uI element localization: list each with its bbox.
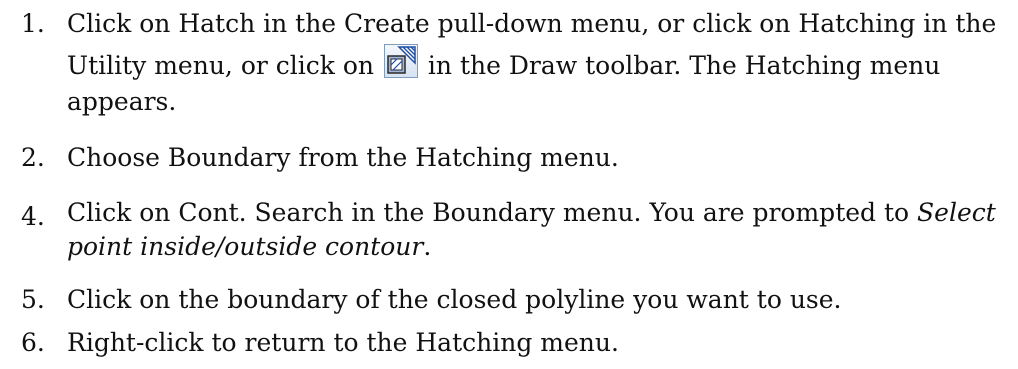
step-text: Choose Boundary from the Hatching menu. [67,137,1013,178]
step-1-line-2: Utility menu, or click on in the Draw to… [67,44,1013,85]
step-text: Click on Hatch in the Create pull-down m… [67,3,1013,119]
step-4-line-2-after: . [423,232,432,261]
instruction-list: 1. Click on Hatch in the Create pull-dow… [0,0,1018,369]
step-2-line-1: Choose Boundary from the Hatching menu. [67,143,619,172]
step-4-line-2: point inside/outside contour. [67,230,1013,264]
step-5-line-1: Click on the boundary of the closed poly… [67,285,842,314]
step-number: 6. [21,328,45,357]
step-1-line-2-before: Utility menu, or click on [67,51,375,80]
step-number: 2. [21,143,45,172]
step-4-line-1-before: Click on Cont. Search in the Boundary me… [67,198,910,227]
step-1-line-2-after: in the Draw toolbar. The Hatching menu [427,51,941,80]
step-1-line-3: appears. [67,87,177,116]
step-6-line-1: Right-click to return to the Hatching me… [67,328,619,357]
hatch-icon-graphic [387,46,416,74]
step-number: 1. [21,9,45,38]
step-text: Right-click to return to the Hatching me… [67,322,1013,363]
hatch-icon [383,44,418,78]
step-text: Click on Cont. Search in the Boundary me… [67,196,1013,264]
step-number: 4. [21,202,45,231]
step-number: 5. [21,285,45,314]
step-4-line-1-italic: Select [917,198,996,227]
step-1-line-1: Click on Hatch in the Create pull-down m… [67,9,997,38]
step-4-line-1: Click on Cont. Search in the Boundary me… [67,196,1013,230]
step-4-line-2-italic: point inside/outside contour [67,232,424,261]
step-text: Click on the boundary of the closed poly… [67,279,1013,320]
